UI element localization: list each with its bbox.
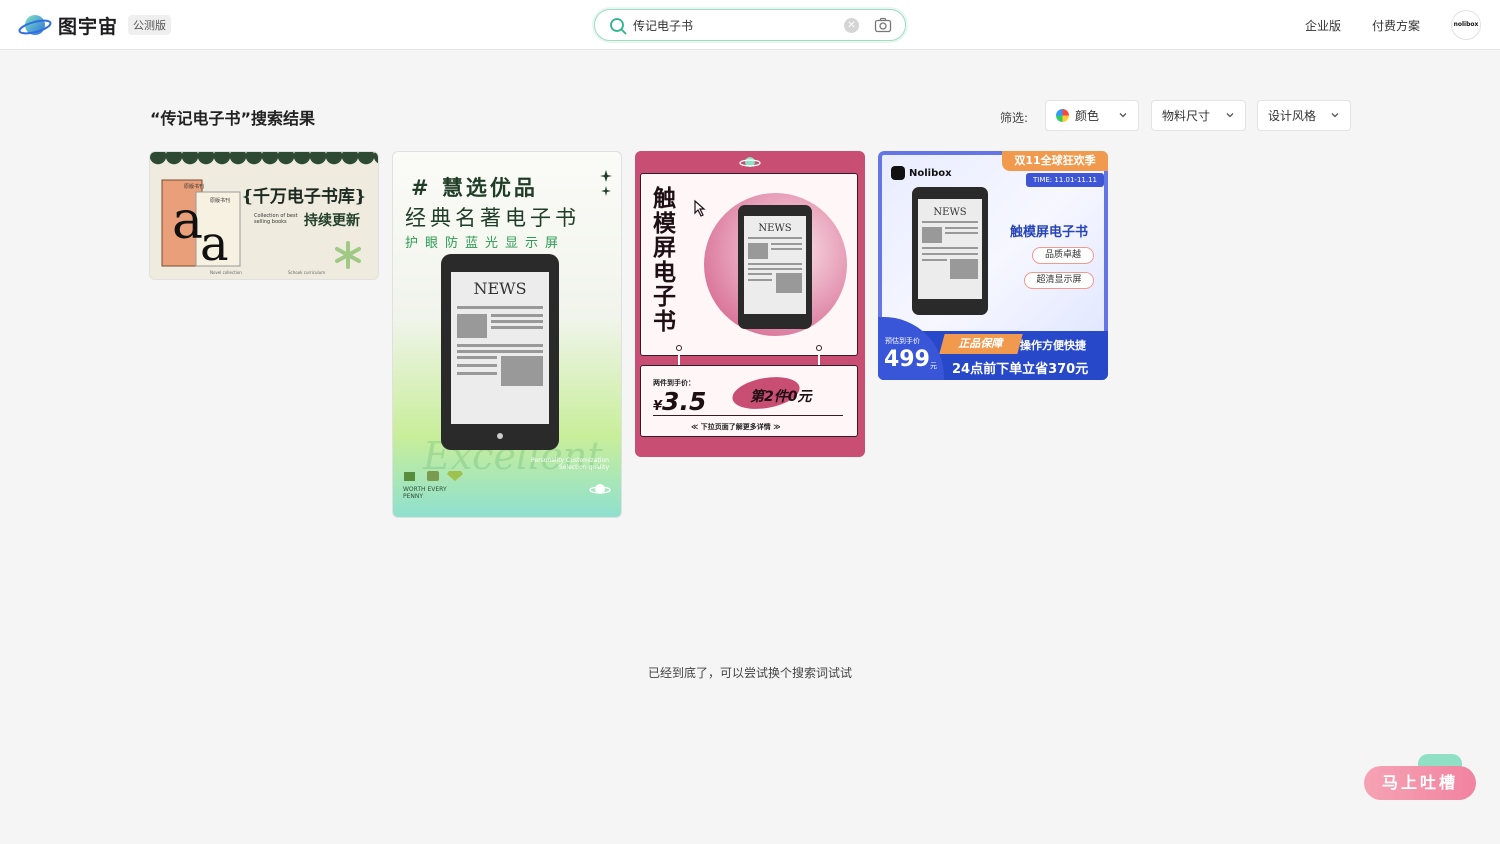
sparkle-icon xyxy=(600,170,612,196)
svg-text:原版书刊: 原版书刊 xyxy=(210,197,230,204)
ereader-illustration: NEWS xyxy=(441,254,559,450)
planet-small-icon xyxy=(739,157,761,167)
card4-brand: Nolibox xyxy=(891,166,952,180)
result-card-4[interactable]: Nolibox 双11全球狂欢季 TIME: 11.01-11.11 NEWS … xyxy=(878,151,1108,380)
svg-text:NEWS: NEWS xyxy=(473,279,526,298)
card3-more: ≪ 下拉页面了解更多详情 ≫ xyxy=(691,423,781,431)
search-bar[interactable]: ✕ xyxy=(594,9,906,41)
planet-logo-icon xyxy=(18,15,52,35)
card4-pill-display: 超清显示屏 xyxy=(1024,272,1094,289)
ereader-illustration: NEWS xyxy=(738,205,812,329)
end-of-results-text: 已经到底了，可以尝试换个搜索词试试 xyxy=(647,666,852,680)
card4-product: 触模屏电子书 xyxy=(1010,225,1089,240)
card4-pill-quality: 品质卓越 xyxy=(1032,247,1094,264)
planet-small-icon xyxy=(589,484,611,494)
chevron-down-icon xyxy=(1331,113,1339,118)
card1-title: {千万电子书库} xyxy=(242,187,366,207)
asterisk-decoration-icon xyxy=(335,241,361,269)
card2-headline: # 慧选优品 xyxy=(411,176,538,200)
nav-enterprise[interactable]: 企业版 xyxy=(1305,17,1341,34)
card4-op: 操作方便快捷 xyxy=(1020,339,1086,352)
filter-label: 筛选: xyxy=(1000,111,1029,125)
nav-pricing[interactable]: 付费方案 xyxy=(1372,17,1420,34)
card3-second-item: 第2件0元 xyxy=(750,389,812,405)
filter-size[interactable]: 物料尺寸 xyxy=(1151,100,1246,131)
card2-personality: Personality Customization Selection qual… xyxy=(531,457,609,471)
gift-icons xyxy=(404,471,463,481)
ereader-illustration: NEWS xyxy=(912,187,988,315)
logo-text: 图宇宙 xyxy=(58,15,119,38)
clear-icon[interactable]: ✕ xyxy=(844,18,859,33)
camera-icon[interactable] xyxy=(874,17,892,33)
search-icon xyxy=(610,18,627,35)
result-card-2[interactable]: # 慧选优品 经典名著电子书 护眼防蓝光显示屏 Excellent NEWS P… xyxy=(392,151,622,518)
color-wheel-icon xyxy=(1056,109,1069,122)
card4-promo: 双11全球狂欢季 xyxy=(1002,151,1108,171)
cursor-icon xyxy=(694,199,706,217)
card1-title2: 持续更新 xyxy=(304,213,360,229)
filter-style[interactable]: 设计风格 xyxy=(1257,100,1351,131)
svg-text:原版书刊: 原版书刊 xyxy=(184,183,204,190)
chevron-down-icon xyxy=(1119,113,1127,118)
chevron-down-icon xyxy=(1226,113,1234,118)
card2-worth: WORTH EVERY PENNY xyxy=(403,486,447,500)
card1-foot-left: Novel collection xyxy=(210,270,242,275)
search-input[interactable] xyxy=(633,15,833,35)
filter-style-label: 设计风格 xyxy=(1268,109,1317,123)
feedback-button[interactable]: 马上吐槽 xyxy=(1364,766,1476,800)
page-title: “传记电子书”搜索结果 xyxy=(150,109,316,128)
result-card-1[interactable]: a a 原版书刊 原版书刊 {千万电子书库} Collection of bes… xyxy=(149,151,379,280)
card2-tagline: 护眼防蓝光显示屏 xyxy=(405,236,566,251)
card4-badge: 正品保障 xyxy=(939,334,1023,354)
beta-badge: 公测版 xyxy=(128,15,172,35)
filter-color[interactable]: 颜色 xyxy=(1045,100,1139,131)
book-illustration: a a 原版书刊 原版书刊 xyxy=(161,179,241,270)
card1-foot-right: Schook curriculum xyxy=(288,270,326,275)
filter-color-label: 颜色 xyxy=(1075,109,1100,123)
card1-subtitle-small: Collection of best selling books xyxy=(254,213,298,225)
svg-text:a: a xyxy=(200,216,229,270)
card3-price: ¥3.5 xyxy=(653,387,707,416)
logo[interactable]: 图宇宙 公测版 xyxy=(18,11,172,39)
svg-text:a: a xyxy=(172,191,203,251)
card4-price: 499 xyxy=(884,347,930,372)
card3-vertical-title: 触模屏电子书 xyxy=(653,186,676,335)
filter-size-label: 物料尺寸 xyxy=(1162,109,1211,123)
result-card-3[interactable]: 触模屏电子书 NEWS 两件到手价： ¥3.5 第2件0元 ≪ 下拉页面了解更多… xyxy=(635,151,865,457)
top-header: 图宇宙 公测版 ✕ 企业版 付费方案 nolibox xyxy=(0,0,1500,50)
svg-text:NEWS: NEWS xyxy=(933,207,966,218)
card3-separator xyxy=(653,415,843,416)
svg-text:NEWS: NEWS xyxy=(758,223,791,234)
card2-subheadline: 经典名著电子书 xyxy=(405,206,580,230)
brand-logo-icon xyxy=(891,166,905,180)
scallop-border xyxy=(150,152,378,166)
card4-save: 24点前下单立省370元 xyxy=(952,362,1089,377)
avatar[interactable]: nolibox xyxy=(1451,10,1481,40)
card4-time: TIME: 11.01-11.11 xyxy=(1026,173,1104,187)
card4-est-label: 预估到手价 xyxy=(885,337,920,345)
card4-yuan: 元 xyxy=(930,362,937,370)
